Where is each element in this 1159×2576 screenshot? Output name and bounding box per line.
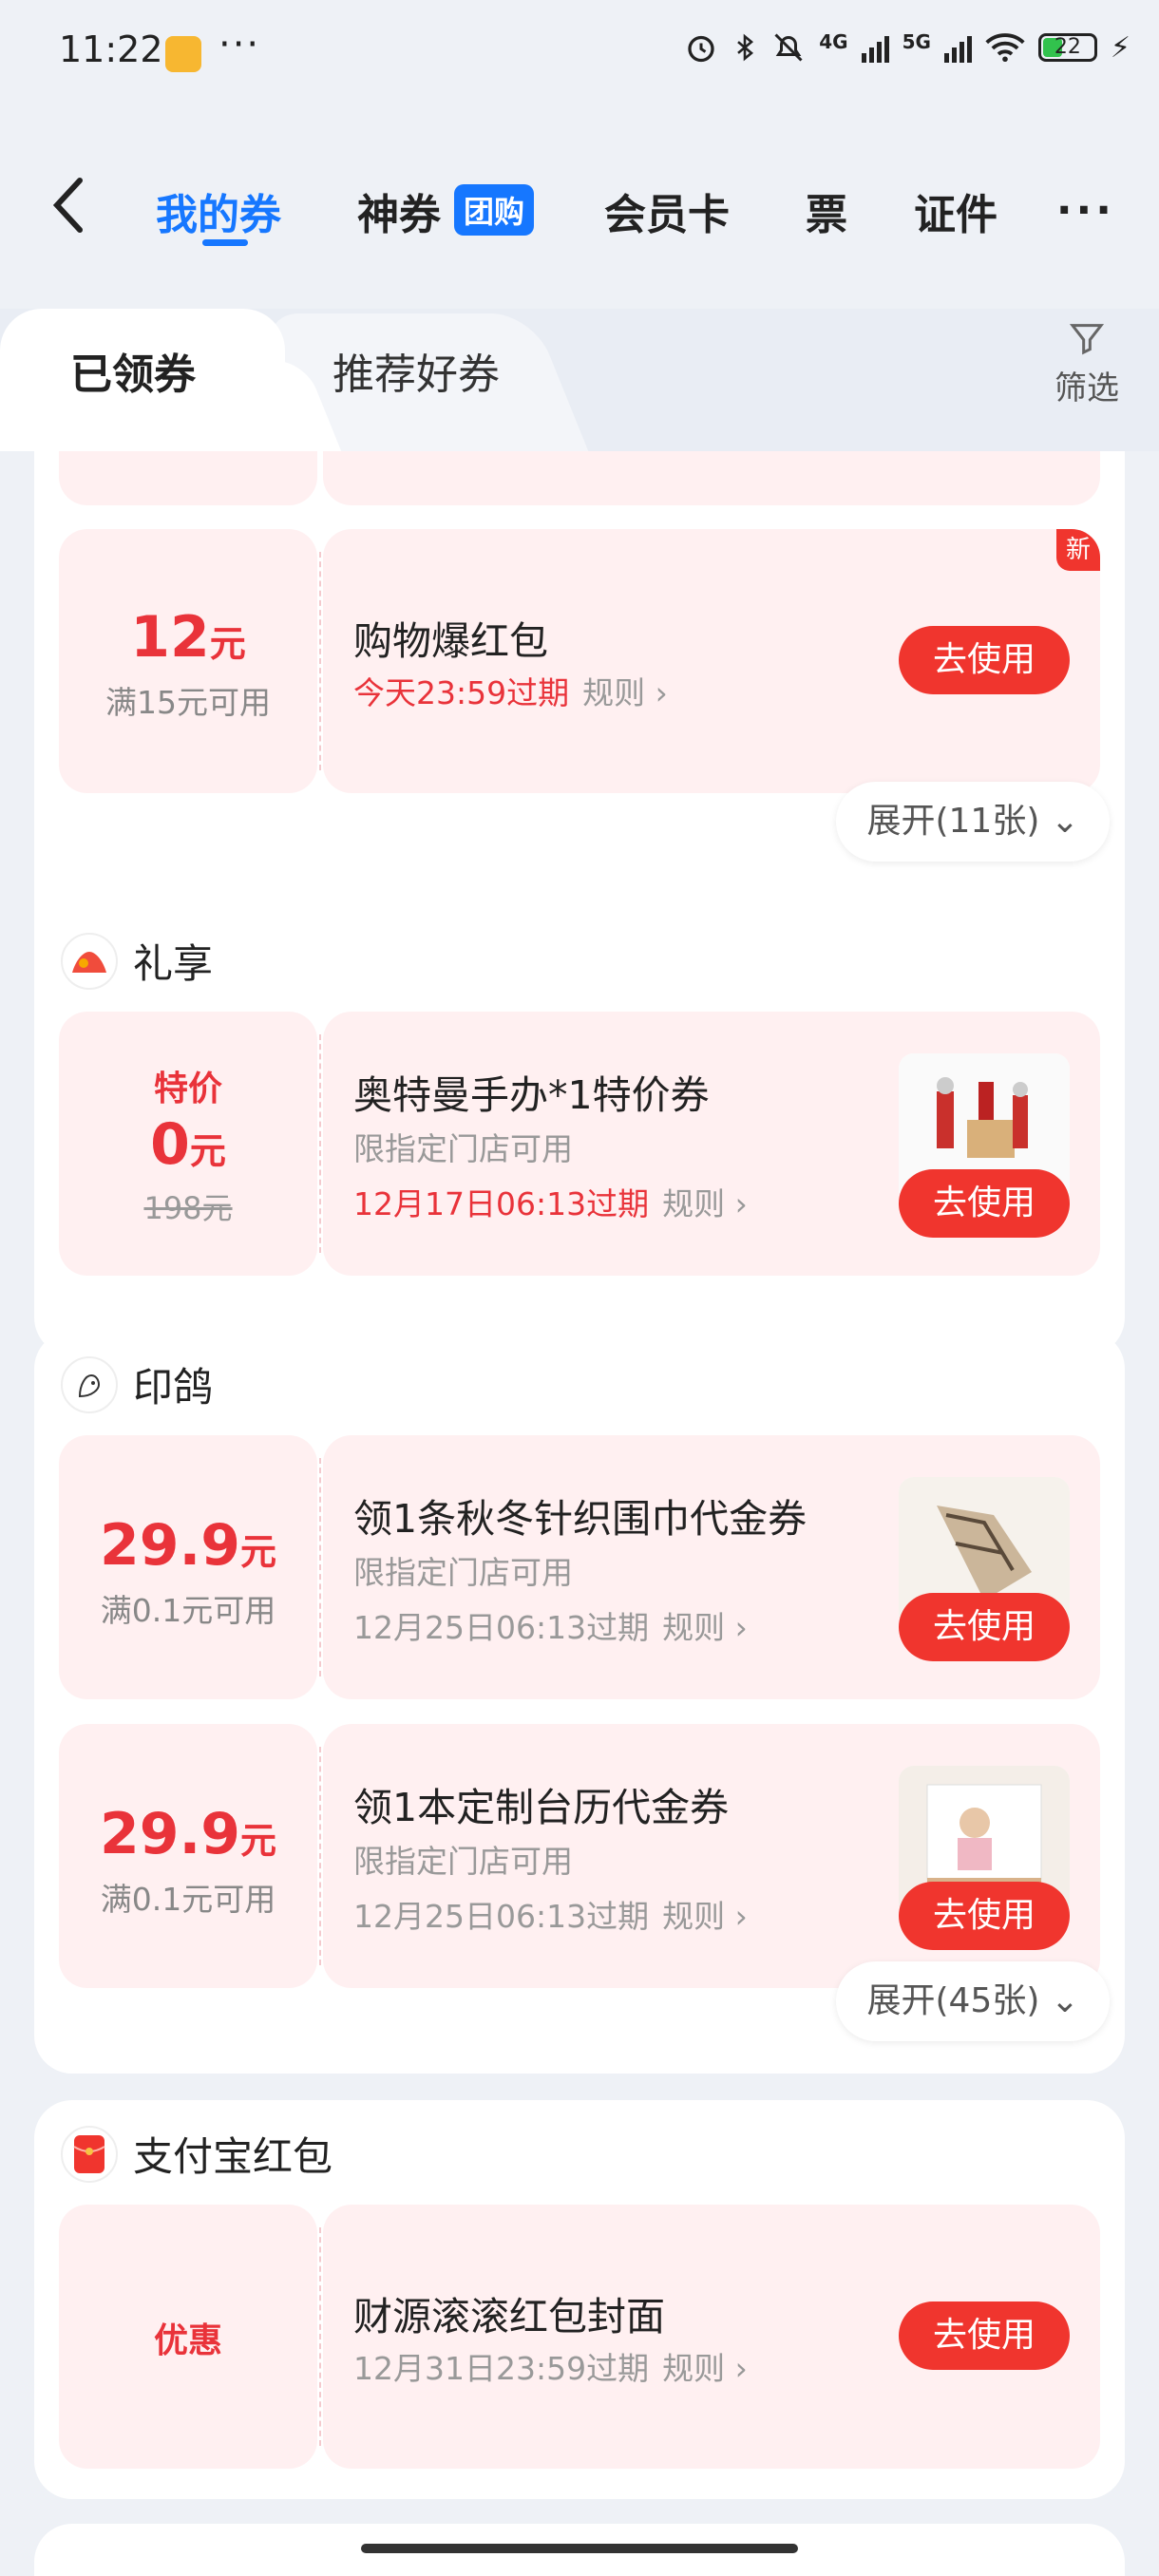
- network-4g-label: 4G: [819, 30, 848, 53]
- coupon-amount: 12元: [130, 604, 246, 671]
- coupon-title: 财源滚滚红包封面: [353, 2294, 665, 2339]
- coupon-list[interactable]: 12元 满15元可用 购物爆红包 今天23:59过期 规则 › 去使用 新 展开(…: [0, 451, 1159, 2576]
- merchant-name: 印鸽: [133, 1364, 214, 1411]
- coupon-info: 领1条秋冬针织围巾代金券 限指定门店可用 12月25日06:13过期 规则 › 去…: [323, 1435, 1100, 1699]
- bluetooth-icon: [737, 33, 754, 62]
- coupon-info: 购物爆红包 今天23:59过期 规则 › 去使用 新: [323, 529, 1100, 793]
- coupon-limit: 限指定门店可用: [353, 1130, 573, 1167]
- filter-button[interactable]: 筛选: [1051, 319, 1123, 408]
- filter-label: 筛选: [1054, 369, 1119, 407]
- group-buy-badge: 团购: [454, 184, 535, 236]
- coupon-amount: 29.9元: [99, 1512, 277, 1579]
- yinge-card: 印鸽 29.9元 满0.1元可用 领1条秋冬针织围巾代金券 限指定门店可用 12…: [34, 1331, 1125, 2074]
- tab-tickets[interactable]: 票: [806, 180, 847, 241]
- chevron-down-icon: ⌄: [1050, 802, 1079, 841]
- use-button[interactable]: 去使用: [899, 2301, 1070, 2370]
- back-arrow-icon[interactable]: [49, 177, 87, 234]
- use-button[interactable]: 去使用: [899, 626, 1070, 694]
- new-badge: 新: [1056, 529, 1100, 571]
- special-price-tag: 特价: [153, 1070, 222, 1108]
- coupon-item[interactable]: 29.9元 满0.1元可用 领1本定制台历代金券 限指定门店可用 12月25日0…: [59, 1724, 1100, 1988]
- coupon-info: 领1本定制台历代金券 限指定门店可用 12月25日06:13过期 规则 › 去使用: [323, 1724, 1100, 1988]
- coupon-condition: 满0.1元可用: [100, 1881, 276, 1918]
- coupon-info: 奥特曼手办*1特价券 限指定门店可用 12月17日06:13过期 规则 › 去使用: [323, 1012, 1100, 1276]
- battery-icon: 22: [1037, 33, 1097, 62]
- charging-icon: ⚡: [1110, 30, 1130, 65]
- discount-tag: 优惠: [153, 2321, 222, 2360]
- coupon-title: 领1条秋冬针织围巾代金券: [353, 1496, 808, 1542]
- status-more-dots: ···: [218, 23, 261, 66]
- coupon-title: 领1本定制台历代金券: [353, 1785, 730, 1830]
- coupon-amount-area: 12元 满15元可用: [59, 529, 317, 793]
- coupon-item[interactable]: 29.9元 满0.1元可用 领1条秋冬针织围巾代金券 限指定门店可用 12月25…: [59, 1435, 1100, 1699]
- coupon-condition: 满0.1元可用: [100, 1592, 276, 1629]
- coupon-item[interactable]: 特价 0元 198元 奥特曼手办*1特价券 限指定门店可用 12月17日06:1…: [59, 1012, 1100, 1276]
- coupon-info: 财源滚滚红包封面 12月31日23:59过期 规则 › 去使用: [323, 2205, 1100, 2469]
- use-button[interactable]: 去使用: [899, 1593, 1070, 1661]
- coupon-expiry: 12月17日06:13过期 规则 ›: [353, 1185, 748, 1222]
- status-icons: 4G 5G 22 ⚡: [684, 30, 1130, 65]
- coupon-title: 奥特曼手办*1特价券: [353, 1072, 710, 1118]
- original-price: 198元: [143, 1190, 233, 1226]
- wifi-icon: [985, 33, 1025, 63]
- use-button[interactable]: 去使用: [899, 1169, 1070, 1238]
- coupon-amount-area: 特价 0元 198元: [59, 1012, 317, 1276]
- tab-documents[interactable]: 证件: [914, 180, 998, 241]
- network-5g-label: 5G: [902, 30, 931, 53]
- coupon-expiry: 12月25日06:13过期 规则 ›: [353, 1898, 748, 1935]
- coupon-expiry: 12月25日06:13过期 规则 ›: [353, 1609, 748, 1646]
- rule-link[interactable]: 规则 ›: [662, 1898, 748, 1935]
- coupon-amount-area: 29.9元 满0.1元可用: [59, 1435, 317, 1699]
- signal-icon-2: [943, 32, 972, 63]
- chevron-down-icon: ⌄: [1050, 1981, 1079, 2020]
- coupon-limit: 限指定门店可用: [353, 1554, 573, 1591]
- status-time: 11:22: [59, 28, 163, 70]
- coupon-amount: 29.9元: [99, 1801, 277, 1867]
- coupon-condition: 满15元可用: [105, 684, 271, 721]
- notification-app-icon: [165, 36, 201, 72]
- rule-link[interactable]: 规则 ›: [662, 1609, 748, 1646]
- coupon-amount-area: 优惠: [59, 2205, 317, 2469]
- merchant-name: 礼享: [133, 940, 214, 987]
- home-indicator[interactable]: [361, 2544, 798, 2553]
- coupon-title: 购物爆红包: [353, 618, 548, 664]
- coupon-amount: 0元: [150, 1111, 226, 1178]
- rule-link[interactable]: 规则 ›: [662, 2350, 748, 2387]
- coupon-limit: 限指定门店可用: [353, 1843, 573, 1880]
- more-icon[interactable]: ···: [1056, 186, 1115, 235]
- tab-super-coupons[interactable]: 神券: [357, 180, 441, 241]
- subtab-recommended[interactable]: 推荐好券: [332, 340, 500, 401]
- signal-icon: [861, 32, 889, 63]
- lixiang-logo-icon: [61, 932, 118, 990]
- subtab-received[interactable]: 已领券: [70, 340, 196, 401]
- merchant-name: 支付宝红包: [133, 2133, 333, 2180]
- coupon-item[interactable]: 优惠 财源滚滚红包封面 12月31日23:59过期 规则 › 去使用: [59, 2205, 1100, 2469]
- rule-link[interactable]: 规则 ›: [662, 1185, 748, 1222]
- red-packet-icon: [61, 2125, 118, 2183]
- rule-link[interactable]: 规则 ›: [582, 674, 668, 711]
- yinge-logo-icon: [61, 1355, 118, 1413]
- lixiang-card: 礼享 特价 0元 198元 奥特曼手办*1特价券 限指定门店可用 12月17日0…: [34, 907, 1125, 1306]
- alarm-icon: [688, 35, 714, 63]
- coupon-partial: [59, 451, 1100, 505]
- tab-member-card[interactable]: 会员卡: [604, 180, 730, 241]
- coupon-amount-area: 29.9元 满0.1元可用: [59, 1724, 317, 1988]
- alipay-redpacket-card: 支付宝红包 优惠 财源滚滚红包封面 12月31日23:59过期 规则 › 去使用: [34, 2100, 1125, 2499]
- tab-my-coupons[interactable]: 我的券: [156, 180, 281, 241]
- tab-active-indicator: [202, 239, 248, 246]
- coupon-item[interactable]: 12元 满15元可用 购物爆红包 今天23:59过期 规则 › 去使用 新: [59, 529, 1100, 793]
- silent-icon: [774, 33, 803, 62]
- coupon-expiry: 12月31日23:59过期 规则 ›: [353, 2350, 748, 2387]
- expand-button[interactable]: 展开(11张) ⌄: [836, 782, 1110, 862]
- expand-button[interactable]: 展开(45张) ⌄: [836, 1961, 1110, 2041]
- coupon-expiry: 今天23:59过期 规则 ›: [353, 674, 668, 711]
- use-button[interactable]: 去使用: [899, 1882, 1070, 1950]
- filter-icon: [1069, 324, 1105, 355]
